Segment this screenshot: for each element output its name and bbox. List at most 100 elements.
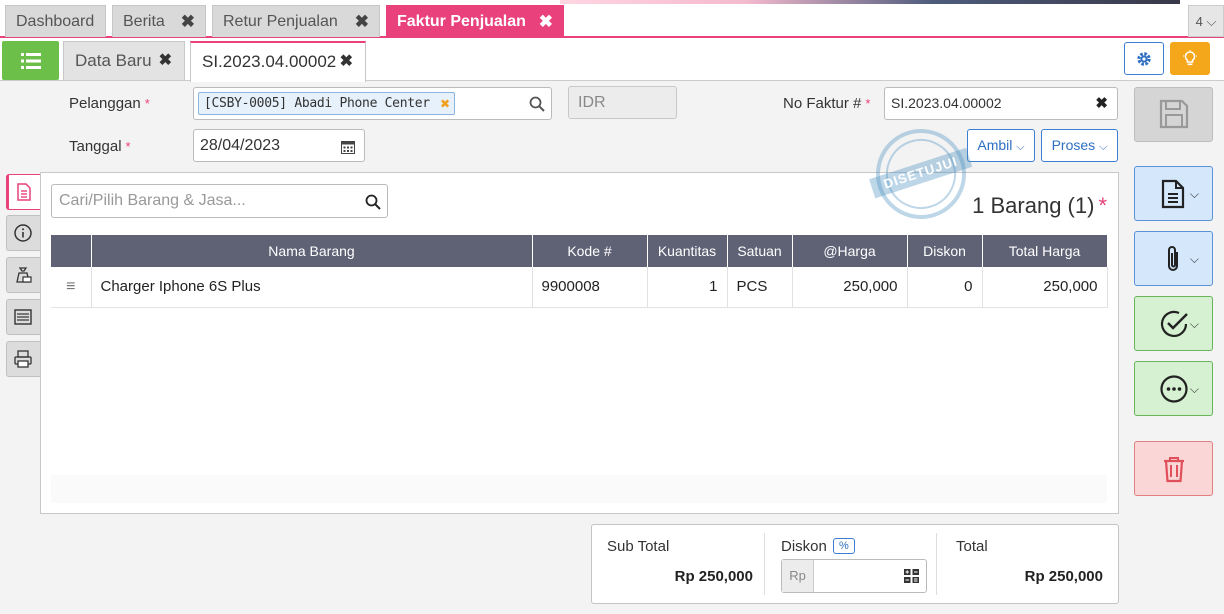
customer-value: [CSBY-0005] Abadi Phone Center bbox=[204, 96, 430, 111]
discount-input[interactable]: Rp bbox=[781, 559, 927, 593]
date-value: 28/04/2023 bbox=[200, 137, 281, 154]
table-row[interactable]: ≡ Charger Iphone 6S Plus 9900008 1 PCS 2… bbox=[51, 267, 1108, 308]
tab-label: Dashboard bbox=[16, 13, 95, 30]
customer-select[interactable]: [CSBY-0005] Abadi Phone Center ✖ bbox=[193, 87, 552, 120]
item-search[interactable] bbox=[51, 184, 388, 218]
search-icon[interactable] bbox=[529, 96, 545, 112]
column-header: Total Harga bbox=[982, 235, 1108, 267]
side-tab-notes[interactable] bbox=[6, 341, 40, 377]
cell-diskon: 0 bbox=[907, 267, 983, 308]
close-icon[interactable]: ✖ bbox=[355, 6, 369, 37]
calculator-icon[interactable] bbox=[904, 569, 919, 583]
tab-berita[interactable]: Berita ✖ bbox=[112, 5, 206, 37]
tab-count-dropdown[interactable]: 4 ⌵ bbox=[1188, 5, 1224, 37]
totals-box: Sub Total Rp 250,000 Diskon% Rp Total Rp… bbox=[591, 524, 1119, 604]
column-header: @Harga bbox=[792, 235, 908, 267]
chevron-down-icon: ⌵ bbox=[1189, 187, 1199, 201]
currency-field: IDR bbox=[568, 86, 677, 119]
tab-retur-penjualan[interactable]: Retur Penjualan ✖ bbox=[212, 5, 380, 37]
required-mark: * bbox=[144, 96, 150, 111]
items-table: Nama Barang Kode # Kuantitas Satuan @Har… bbox=[51, 235, 1108, 308]
attachment-button[interactable]: ⌵ bbox=[1134, 231, 1213, 286]
document-icon bbox=[1161, 179, 1185, 209]
total-value: Rp 250,000 bbox=[1024, 568, 1103, 585]
tab-label: Data Baru bbox=[75, 51, 152, 70]
tab-label: Retur Penjualan bbox=[223, 13, 338, 30]
clear-icon[interactable]: ✖ bbox=[1095, 88, 1108, 119]
document-button[interactable]: ⌵ bbox=[1134, 166, 1213, 221]
required-mark: * bbox=[865, 96, 871, 111]
divider bbox=[764, 533, 765, 595]
more-button[interactable]: ⌵ bbox=[1134, 361, 1213, 416]
cell-kuantitas: 1 bbox=[647, 267, 728, 308]
search-icon[interactable] bbox=[365, 194, 381, 210]
close-icon[interactable]: ✖ bbox=[539, 6, 553, 37]
side-tab-items[interactable] bbox=[6, 174, 40, 210]
side-tab-info[interactable] bbox=[6, 215, 40, 251]
required-mark: * bbox=[1098, 193, 1107, 218]
invoice-number-input[interactable]: SI.2023.04.00002 ✖ bbox=[884, 87, 1118, 120]
close-icon[interactable]: ✖ bbox=[181, 6, 195, 37]
close-icon[interactable]: ✖ bbox=[340, 43, 353, 81]
tab-faktur-penjualan[interactable]: Faktur Penjualan ✖ bbox=[386, 5, 564, 37]
settings-button[interactable] bbox=[1124, 42, 1164, 75]
trash-icon bbox=[1164, 457, 1184, 483]
column-header-handle bbox=[51, 235, 92, 267]
percent-toggle[interactable]: % bbox=[832, 538, 855, 554]
tips-button[interactable] bbox=[1170, 42, 1210, 75]
tab-label: SI.2023.04.00002 bbox=[202, 52, 337, 71]
sub-tab-bar: Data Baru ✖ SI.2023.04.00002 ✖ bbox=[0, 38, 1224, 82]
tab-label: Faktur Penjualan bbox=[397, 13, 526, 30]
subtotal-label: Sub Total bbox=[607, 538, 670, 555]
currency-prefix: Rp bbox=[782, 560, 814, 592]
label-text: Diskon bbox=[781, 538, 827, 555]
cell-harga: 250,000 bbox=[792, 267, 908, 308]
chevron-down-icon: ⌵ bbox=[1016, 141, 1025, 153]
tab-label: Berita bbox=[123, 13, 165, 30]
save-button[interactable] bbox=[1134, 87, 1213, 142]
cell-satuan: PCS bbox=[727, 267, 793, 308]
side-tab-shipping[interactable] bbox=[6, 299, 40, 335]
info-icon bbox=[14, 224, 32, 242]
document-icon bbox=[17, 183, 31, 201]
diskon-label: Diskon% bbox=[781, 538, 855, 555]
item-search-input[interactable] bbox=[52, 185, 352, 217]
total-label: Total bbox=[956, 538, 988, 555]
proses-button[interactable]: Proses ⌵ bbox=[1041, 129, 1118, 162]
save-icon bbox=[1159, 99, 1189, 129]
column-header: Kuantitas bbox=[647, 235, 728, 267]
paperclip-icon bbox=[1168, 246, 1178, 271]
tab-data-baru[interactable]: Data Baru ✖ bbox=[63, 41, 185, 80]
column-header: Diskon bbox=[907, 235, 983, 267]
ambil-button[interactable]: Ambil ⌵ bbox=[967, 129, 1035, 162]
menu-button[interactable] bbox=[2, 41, 59, 80]
chevron-down-icon: ⌵ bbox=[1099, 141, 1108, 153]
more-icon bbox=[1160, 375, 1188, 403]
close-icon[interactable]: ✖ bbox=[159, 42, 172, 80]
items-panel: 1 Barang (1)* Nama Barang Kode # Kuantit… bbox=[40, 172, 1119, 514]
check-circle-icon bbox=[1160, 310, 1188, 337]
label-text: No Faktur # bbox=[783, 95, 862, 112]
chevron-down-icon: ⌵ bbox=[1189, 317, 1199, 331]
tab-dashboard[interactable]: Dashboard bbox=[5, 5, 106, 37]
drag-handle-icon[interactable]: ≡ bbox=[51, 267, 92, 308]
customer-chip: [CSBY-0005] Abadi Phone Center ✖ bbox=[198, 92, 455, 115]
chevron-down-icon: ⌵ bbox=[1189, 382, 1199, 396]
side-tab-payment[interactable] bbox=[6, 257, 40, 293]
table-header-row: Nama Barang Kode # Kuantitas Satuan @Har… bbox=[51, 235, 1108, 267]
table-empty-area bbox=[51, 475, 1107, 503]
chevron-down-icon: ⌵ bbox=[1189, 252, 1199, 266]
money-bag-icon bbox=[16, 267, 32, 283]
column-header: Kode # bbox=[532, 235, 648, 267]
required-mark: * bbox=[125, 139, 131, 154]
item-count-label: 1 Barang (1) bbox=[972, 193, 1095, 218]
remove-icon[interactable]: ✖ bbox=[440, 93, 450, 114]
tab-invoice[interactable]: SI.2023.04.00002 ✖ bbox=[190, 41, 366, 82]
date-input[interactable]: 28/04/2023 bbox=[193, 129, 365, 162]
approve-button[interactable]: ⌵ bbox=[1134, 296, 1213, 351]
button-label: Proses bbox=[1051, 137, 1096, 153]
gear-icon bbox=[1137, 52, 1151, 66]
list-icon bbox=[21, 53, 41, 69]
delete-button[interactable] bbox=[1134, 441, 1213, 496]
calendar-icon[interactable] bbox=[341, 140, 355, 154]
